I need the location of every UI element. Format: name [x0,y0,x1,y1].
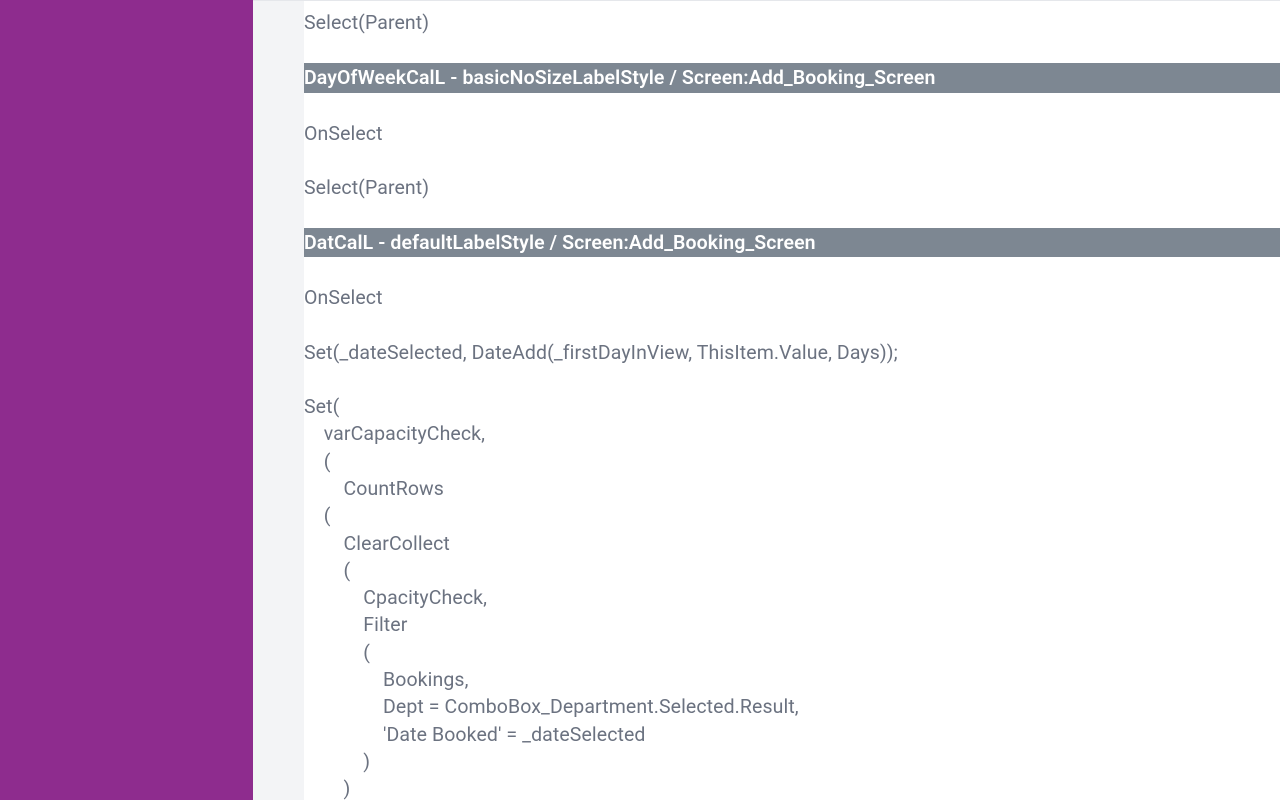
section-header: DatCalL - defaultLabelStyle / Screen:Add… [304,228,1280,257]
code-line: Bookings, [304,666,1280,693]
code-line: 'Date Booked' = _dateSelected [304,721,1280,748]
spacer [304,201,1280,228]
code-line: ( [304,557,1280,584]
code-line: ClearCollect [304,530,1280,557]
code-line: OnSelect [304,284,1280,311]
code-line: ) [304,748,1280,775]
code-line: Filter [304,611,1280,638]
code-line: varCapacityCheck, [304,420,1280,447]
code-line: Select(Parent) [304,9,1280,36]
code-line: Dept = ComboBox_Department.Selected.Resu… [304,693,1280,720]
code-line: CpacityCheck, [304,584,1280,611]
document-content: Select(Parent) DayOfWeekCalL - basicNoSiz… [304,0,1280,800]
spacer [304,36,1280,63]
code-line: ( [304,502,1280,529]
spacer [304,366,1280,393]
code-line: CountRows [304,475,1280,502]
code-line: OnSelect [304,120,1280,147]
code-line: ) [304,775,1280,800]
spacer [304,257,1280,284]
spacer [304,93,1280,120]
content-gutter [253,0,304,800]
code-line: Select(Parent) [304,174,1280,201]
code-line: ( [304,639,1280,666]
spacer [304,312,1280,339]
code-line: Set( [304,393,1280,420]
section-header: DayOfWeekCalL - basicNoSizeLabelStyle / … [304,63,1280,92]
code-line: Set(_dateSelected, DateAdd(_firstDayInVi… [304,339,1280,366]
sidebar-nav [0,0,253,800]
spacer [304,147,1280,174]
code-line: ( [304,448,1280,475]
